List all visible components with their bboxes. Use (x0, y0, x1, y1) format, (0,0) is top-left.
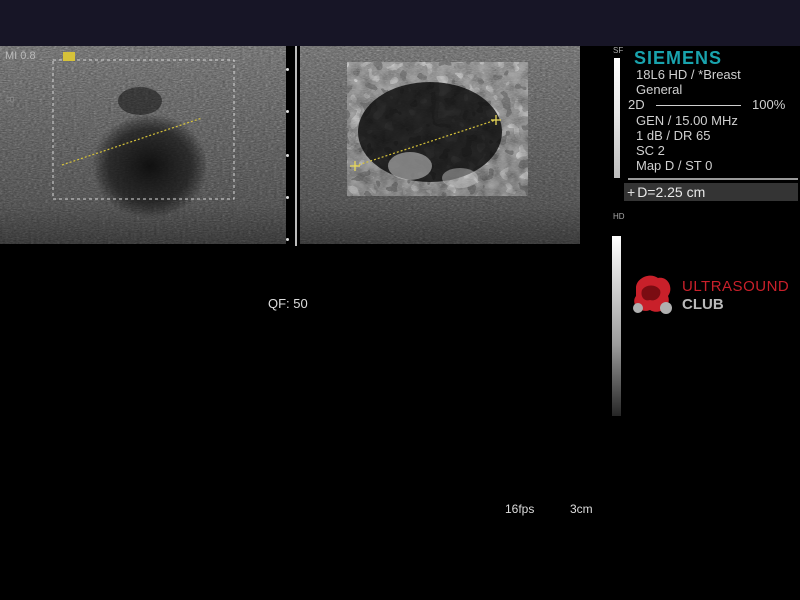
ultrasound-image-right (300, 46, 580, 244)
mode-row: 2D 100% (628, 97, 785, 112)
gain-percent: 100% (752, 97, 786, 112)
ultrasound-image-left (0, 46, 286, 244)
qf-readout: QF: 50 (268, 296, 308, 311)
transducer-info: 18L6 HD / *Breast General (636, 67, 741, 97)
sc-label: SC 2 (636, 143, 665, 158)
depth-readout: 3cm (570, 502, 593, 516)
mi-label: MI 0.8 (5, 50, 36, 62)
top-bar (0, 0, 800, 46)
watermark-line2: CLUB (682, 296, 724, 313)
sf-label: SF (613, 46, 624, 55)
grayscale-bar-top (614, 58, 620, 178)
measurement-box: + D=2.25 cm (624, 183, 798, 201)
fps-readout: 16fps (505, 502, 535, 516)
measurement-value: D=2.25 cm (637, 184, 706, 200)
caliper-badge-icon (63, 52, 75, 61)
watermark-line1: ULTRASOUND (682, 278, 790, 295)
panel-divider (628, 178, 798, 180)
ultrasound-club-logo-icon (628, 270, 676, 323)
mode-label: 2D (628, 97, 645, 112)
map-label: Map D / ST 0 (636, 158, 713, 173)
frequency-label: GEN / 15.00 MHz (636, 113, 738, 128)
crosshair-icon: + (627, 184, 636, 200)
grayscale-bar (612, 236, 621, 416)
image-separator (286, 46, 300, 246)
zoomed-view (347, 62, 528, 196)
gain-line (656, 105, 741, 106)
db-dr-label: 1 dB / DR 65 (636, 128, 711, 143)
imaging-parameters: GEN / 15.00 MHz 1 dB / DR 65 SC 2 Map D … (636, 113, 738, 173)
hd-label: HD (613, 212, 625, 221)
preset-label: General (636, 82, 683, 97)
orientation-label: R (4, 96, 15, 104)
transducer-label: 18L6 HD / *Breast (636, 67, 741, 82)
brand-logo: SIEMENS (634, 48, 723, 68)
